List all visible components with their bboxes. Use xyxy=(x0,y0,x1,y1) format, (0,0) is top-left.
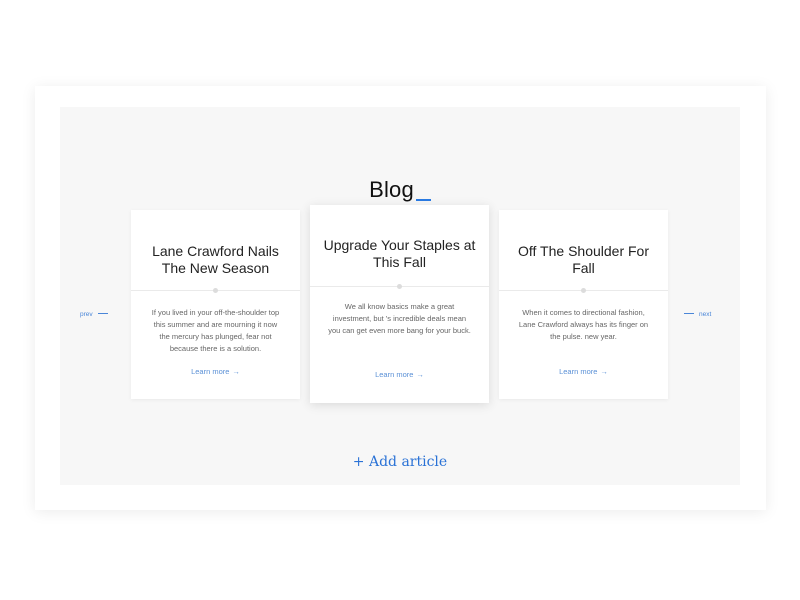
card-dot-icon xyxy=(213,288,218,293)
blog-title: Blog xyxy=(369,177,414,202)
card-title: Lane Crawford Nails The New Season xyxy=(152,243,279,276)
learn-more-link[interactable]: Learn more → xyxy=(310,370,489,379)
learn-more-link[interactable]: Learn more → xyxy=(131,367,300,376)
card-excerpt: We all know basics make a great investme… xyxy=(328,302,471,335)
card-dot-icon xyxy=(397,284,402,289)
next-button[interactable]: next xyxy=(684,311,711,318)
card-excerpt: When it comes to directional fashion, La… xyxy=(518,308,649,341)
card-excerpt: If you lived in your off-the-shoulder to… xyxy=(151,308,280,353)
blog-frame: Blog prev Lane Crawford Nails The New Se… xyxy=(35,86,766,510)
blog-card-1[interactable]: Lane Crawford Nails The New Season If yo… xyxy=(131,210,300,399)
card-title: Upgrade Your Staples at This Fall xyxy=(323,237,476,270)
arrow-right-icon: → xyxy=(416,370,424,379)
add-article-button[interactable]: + Add article xyxy=(60,454,740,470)
blog-card-3[interactable]: Off The Shoulder For Fall When it comes … xyxy=(499,210,668,399)
card-dot-icon xyxy=(581,288,586,293)
prev-label: prev xyxy=(80,311,93,318)
prev-button[interactable]: prev xyxy=(80,311,108,318)
next-label: next xyxy=(699,311,712,318)
prev-line-icon xyxy=(97,313,108,314)
blog-section: Blog prev Lane Crawford Nails The New Se… xyxy=(60,107,740,485)
learn-more-label: Learn more xyxy=(375,370,414,379)
learn-more-label: Learn more xyxy=(559,367,598,376)
learn-more-link[interactable]: Learn more → xyxy=(499,367,668,376)
blog-card-2[interactable]: Upgrade Your Staples at This Fall We all… xyxy=(310,205,489,403)
next-line-icon xyxy=(684,313,694,314)
arrow-right-icon: → xyxy=(232,367,240,376)
title-accent-dash xyxy=(415,199,431,201)
card-title: Off The Shoulder For Fall xyxy=(518,243,649,276)
blog-heading: Blog xyxy=(60,177,740,203)
learn-more-label: Learn more xyxy=(191,367,230,376)
arrow-right-icon: → xyxy=(600,367,608,376)
